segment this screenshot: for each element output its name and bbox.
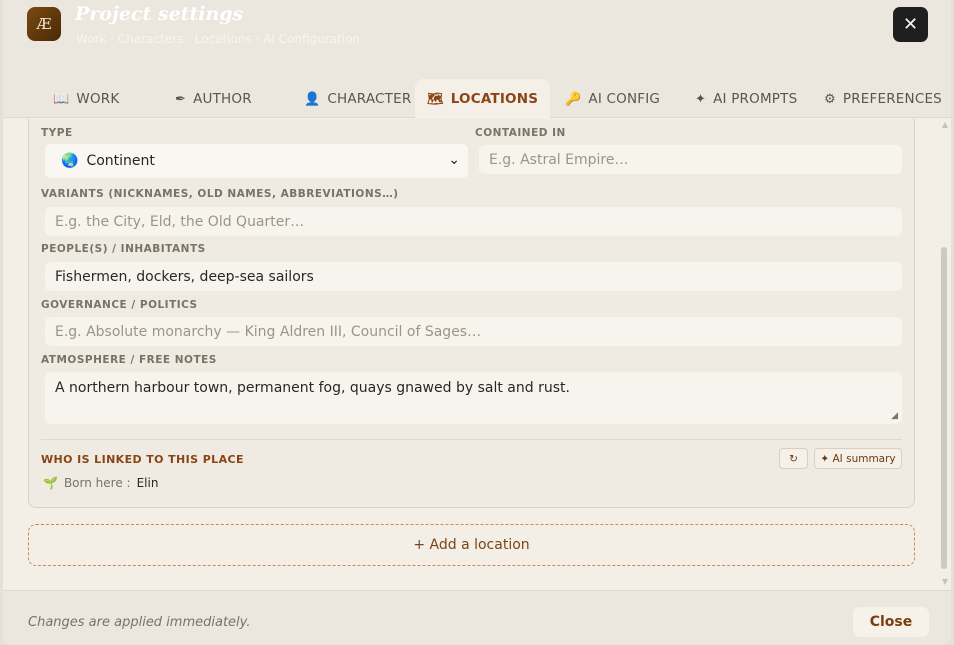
refresh-links-button[interactable]: ↻ xyxy=(779,448,808,469)
tab-label: AI CONFIG xyxy=(588,91,661,107)
variants-input[interactable]: E.g. the City, Eld, the Old Quarter… xyxy=(45,207,902,236)
linked-section-title: WHO IS LINKED TO THIS PLACE xyxy=(41,453,244,466)
ai-summary-button[interactable]: ✦ AI summary xyxy=(814,448,902,469)
scroll-down-icon[interactable]: ▼ xyxy=(942,577,948,586)
close-button[interactable]: Close xyxy=(853,607,929,637)
born-here-label: Born here : xyxy=(63,476,131,490)
app-logo: Æ xyxy=(27,7,61,41)
people-input[interactable]: Fishermen, dockers, deep-sea sailors xyxy=(45,262,902,291)
resize-handle-icon[interactable]: ◢ xyxy=(891,411,898,421)
tab-label: CHARACTER xyxy=(327,91,412,107)
section-divider xyxy=(41,439,902,440)
modal-header: Æ Project settings Work · Characters · L… xyxy=(3,0,951,119)
contained-in-input[interactable]: E.g. Astral Empire… xyxy=(479,145,902,174)
tab-character[interactable]: 👤 CHARACTER xyxy=(304,79,411,119)
tab-ai-config[interactable]: 🔑 AI CONFIG xyxy=(565,79,660,119)
chevron-down-icon: ⌄ xyxy=(448,152,460,168)
scrollbar[interactable]: ▲ ▼ xyxy=(939,119,949,590)
governance-label: GOVERNANCE / POLITICS xyxy=(41,299,198,311)
variants-label: VARIANTS (NICKNAMES, OLD NAMES, ABBREVIA… xyxy=(41,188,399,200)
close-icon: ✕ xyxy=(902,14,919,35)
tab-author[interactable]: ✒ AUTHOR xyxy=(175,79,252,119)
contained-in-label: CONTAINED IN xyxy=(475,127,566,139)
scrollbar-thumb[interactable] xyxy=(941,247,947,569)
location-card: TYPE 🌏 Continent ⌄ CONTAINED IN E.g. Ast… xyxy=(28,119,915,508)
gear-icon: ⚙ xyxy=(824,91,836,107)
atmosphere-textarea[interactable]: A northern harbour town, permanent fog, … xyxy=(45,372,902,424)
atmosphere-label: ATMOSPHERE / FREE NOTES xyxy=(41,354,217,366)
born-here-character[interactable]: Elin xyxy=(137,476,159,490)
type-label: TYPE xyxy=(41,127,73,139)
settings-content[interactable]: TYPE 🌏 Continent ⌄ CONTAINED IN E.g. Ast… xyxy=(3,119,951,590)
modal-subtitle: Work · Characters · Locations · AI Confi… xyxy=(76,32,361,46)
modal-footer: Changes are applied immediately. Close xyxy=(3,590,951,645)
modal-title: Project settings xyxy=(75,3,244,25)
tab-work[interactable]: 📖 WORK xyxy=(53,79,119,119)
footer-note: Changes are applied immediately. xyxy=(28,615,251,630)
book-icon: 📖 xyxy=(53,91,70,107)
governance-input[interactable]: E.g. Absolute monarchy — King Aldren III… xyxy=(45,317,902,346)
tab-label: WORK xyxy=(76,91,120,107)
sparkle-icon: ✦ xyxy=(695,91,707,107)
tab-ai-prompts[interactable]: ✦ AI PROMPTS xyxy=(695,79,797,119)
settings-tabs: 📖 WORK ✒ AUTHOR 👤 CHARACTER 🗺 LOCATIONS … xyxy=(3,79,951,119)
born-here-entry: 🌱 Born here : Elin xyxy=(43,476,158,490)
close-modal-button[interactable]: ✕ xyxy=(893,7,928,42)
add-location-button[interactable]: + Add a location xyxy=(28,524,915,566)
atmosphere-text: A northern harbour town, permanent fog, … xyxy=(55,380,570,396)
tab-label: AUTHOR xyxy=(193,91,252,107)
globe-icon: 🌏 xyxy=(61,153,79,169)
map-icon: 🗺 xyxy=(427,91,444,107)
scroll-up-icon[interactable]: ▲ xyxy=(942,120,948,129)
person-icon: 👤 xyxy=(304,91,321,107)
tab-locations[interactable]: 🗺 LOCATIONS xyxy=(415,79,551,119)
type-select-value: Continent xyxy=(86,153,155,169)
pen-icon: ✒ xyxy=(175,91,187,107)
people-label: PEOPLE(S) / INHABITANTS xyxy=(41,243,206,255)
refresh-icon: ↻ xyxy=(789,452,798,465)
sprout-icon: 🌱 xyxy=(43,476,58,490)
tab-preferences[interactable]: ⚙ PREFERENCES xyxy=(824,79,942,119)
tab-label: LOCATIONS xyxy=(450,91,539,107)
tab-label: AI PROMPTS xyxy=(713,91,798,107)
ai-summary-label: ✦ AI summary xyxy=(820,452,896,465)
project-settings-modal: Æ Project settings Work · Characters · L… xyxy=(3,0,951,645)
key-icon: 🔑 xyxy=(565,91,582,107)
tab-label: PREFERENCES xyxy=(842,91,942,107)
type-select[interactable]: 🌏 Continent ⌄ xyxy=(45,144,468,178)
